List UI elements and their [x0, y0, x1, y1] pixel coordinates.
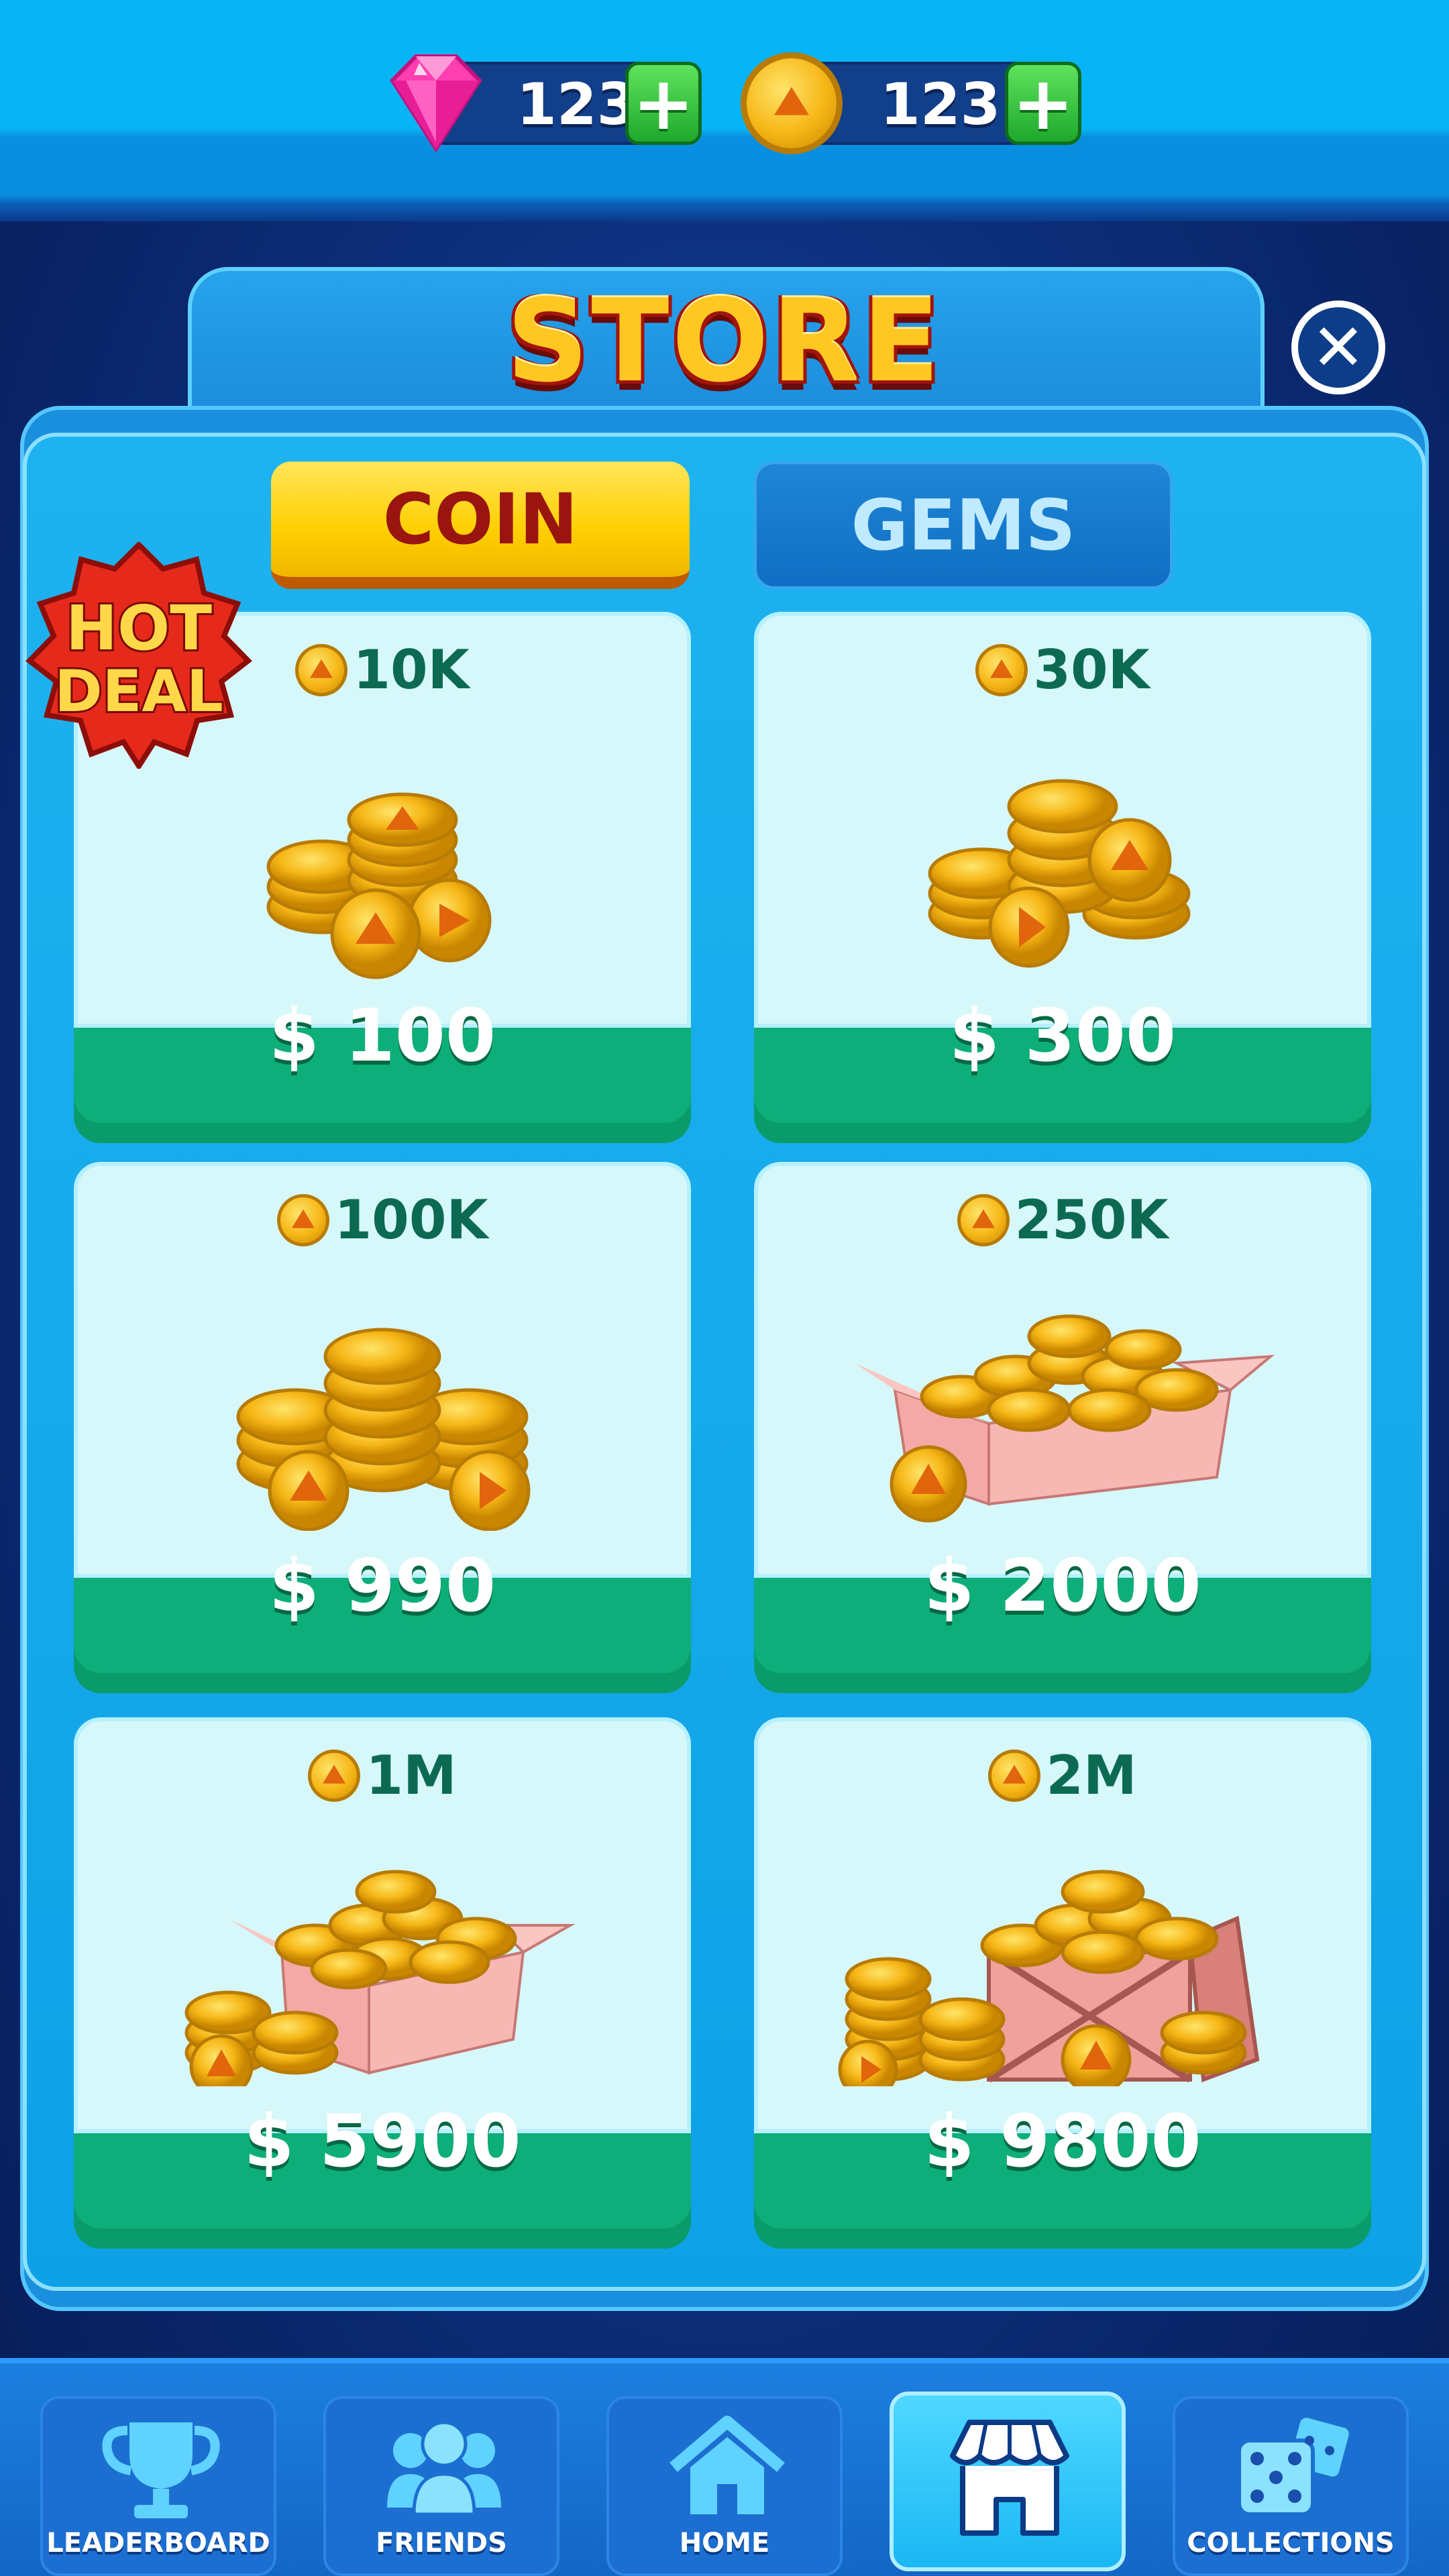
nav-home[interactable]: HOME: [606, 2396, 843, 2576]
pack-amount-label: 250K: [1014, 1189, 1169, 1251]
pack-amount-label: 2M: [1046, 1744, 1137, 1807]
pack-amount: 1M: [74, 1744, 691, 1807]
pack-card-2m[interactable]: 2M $ 9800: [754, 1717, 1371, 2254]
coin-icon: [308, 1750, 361, 1802]
hot-deal-line1: HOT: [66, 592, 212, 664]
dice-icon: [1237, 2414, 1352, 2516]
tab-gems[interactable]: GEMS: [754, 462, 1173, 589]
coin-crate-icon: [838, 1870, 1260, 2086]
coin-icon: [295, 644, 348, 696]
coins-value: 123: [880, 71, 1001, 138]
pack-price: $ 990: [268, 1544, 496, 1628]
pack-price: $ 9800: [924, 2100, 1201, 2184]
coin-box-icon: [184, 1870, 576, 2086]
hot-deal-badge: HOT DEAL: [25, 542, 252, 769]
coin-icon: [975, 644, 1028, 696]
pack-price: $ 300: [949, 994, 1177, 1078]
home-icon: [669, 2416, 785, 2514]
nav-collections[interactable]: COLLECTIONS: [1173, 2396, 1409, 2576]
coin-icon: [957, 1194, 1010, 1246]
pack-amount-label: 1M: [366, 1744, 457, 1807]
nav-label: COLLECTIONS: [1187, 2528, 1395, 2559]
pack-amount: 250K: [754, 1189, 1371, 1251]
top-bar: [0, 0, 1449, 221]
friends-icon: [387, 2420, 501, 2516]
close-button[interactable]: ✕: [1291, 301, 1385, 394]
pack-price: $ 100: [268, 994, 496, 1078]
store-icon: [950, 2420, 1069, 2536]
coin-icon: [276, 1194, 329, 1246]
pack-amount-label: 30K: [1033, 639, 1150, 701]
pack-price: $ 5900: [244, 2100, 521, 2184]
pack-price: $ 2000: [924, 1544, 1201, 1628]
pack-amount: 100K: [74, 1189, 691, 1251]
nav-store[interactable]: [890, 2392, 1126, 2571]
nav-friends[interactable]: FRIENDS: [323, 2396, 559, 2576]
coin-icon: [988, 1750, 1041, 1802]
pack-amount-label: 100K: [334, 1189, 488, 1251]
nav-label: FRIENDS: [376, 2528, 507, 2559]
pack-amount-label: 10K: [353, 639, 470, 701]
pack-card-250k[interactable]: 250K $ 2000: [754, 1162, 1371, 1699]
pack-card-100k[interactable]: 100K $ 990: [74, 1162, 691, 1699]
gem-icon: [390, 54, 482, 153]
gems-value: 123: [517, 71, 637, 138]
store-title: STORE: [506, 275, 943, 408]
nav-leaderboard[interactable]: LEADERBOARD: [40, 2396, 276, 2576]
coin-icon: [741, 52, 843, 154]
add-coins-button[interactable]: +: [1005, 62, 1081, 145]
coin-pile-icon: [236, 1328, 531, 1531]
nav-label: HOME: [679, 2528, 770, 2559]
hot-deal-line2: DEAL: [54, 658, 223, 725]
trophy-icon: [102, 2418, 220, 2518]
tab-coin[interactable]: COIN: [271, 462, 690, 589]
coin-box-icon: [855, 1314, 1275, 1523]
pack-amount: 2M: [754, 1744, 1371, 1807]
pack-card-30k[interactable]: 30K $ 300: [754, 612, 1371, 1148]
coin-stack-icon: [928, 779, 1191, 968]
nav-label: LEADERBOARD: [46, 2528, 270, 2559]
pack-card-1m[interactable]: 1M $ 5900: [74, 1717, 691, 2254]
add-gems-button[interactable]: +: [625, 62, 702, 145]
pack-amount: 30K: [754, 639, 1371, 701]
